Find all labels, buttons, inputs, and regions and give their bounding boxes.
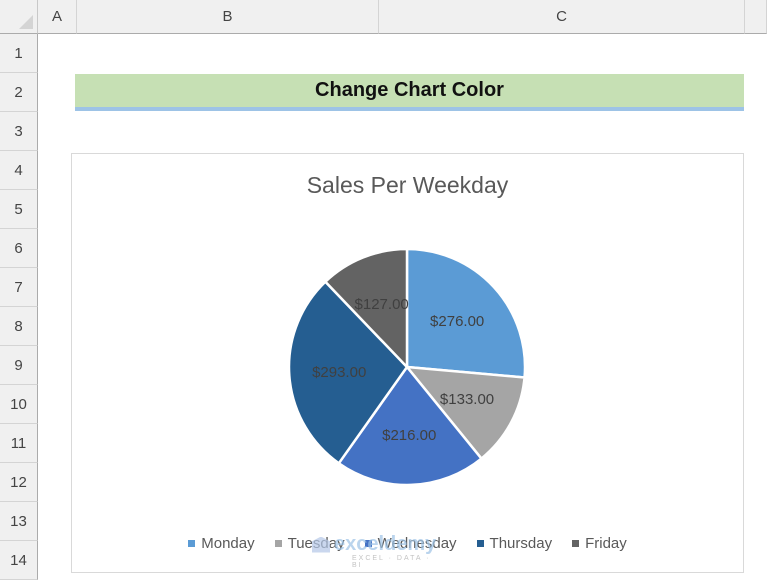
watermark-brand: exceldemy <box>334 533 437 555</box>
watermark-subtitle: EXCEL · DATA · BI <box>352 555 431 569</box>
select-all-triangle-icon <box>19 15 33 29</box>
pie-plot: $276.00 $133.00 $216.00 $293.00 $127.00 <box>287 247 527 487</box>
row-header-12[interactable]: 12 <box>0 463 38 502</box>
legend-label: Monday <box>201 535 255 552</box>
watermark-logo-icon <box>312 536 330 553</box>
row-header-5[interactable]: 5 <box>0 190 38 229</box>
legend-item-friday[interactable]: Friday <box>572 535 627 552</box>
row-header-10[interactable]: 10 <box>0 385 38 424</box>
row-header-9[interactable]: 9 <box>0 346 38 385</box>
column-header-c[interactable]: C <box>379 0 745 34</box>
row-header-3[interactable]: 3 <box>0 112 38 151</box>
watermark: exceldemy EXCEL · DATA · BI <box>312 533 437 569</box>
row-header-4[interactable]: 4 <box>0 151 38 190</box>
row-header-14[interactable]: 14 <box>0 541 38 580</box>
legend-swatch-icon <box>274 540 282 547</box>
legend-label: Friday <box>585 535 627 552</box>
row-header-1[interactable]: 1 <box>0 34 38 73</box>
row-header-8[interactable]: 8 <box>0 307 38 346</box>
column-header-b[interactable]: B <box>77 0 379 34</box>
legend-item-thursday[interactable]: Thursday <box>476 535 553 552</box>
row-header-6[interactable]: 6 <box>0 229 38 268</box>
data-label-friday: $127.00 <box>355 296 409 313</box>
row-header-13[interactable]: 13 <box>0 502 38 541</box>
legend-swatch-icon <box>572 540 580 547</box>
legend-item-monday[interactable]: Monday <box>188 535 255 552</box>
data-label-monday: $276.00 <box>430 313 484 330</box>
data-label-wednesday: $216.00 <box>382 427 436 444</box>
column-header-next[interactable] <box>745 0 767 34</box>
row-header-11[interactable]: 11 <box>0 424 38 463</box>
row-header-2[interactable]: 2 <box>0 73 38 112</box>
pie-chart[interactable]: Sales Per Weekday $276.00 $133.00 $216.00 $… <box>71 153 744 573</box>
legend-label: Thursday <box>489 535 553 552</box>
row-header-7[interactable]: 7 <box>0 268 38 307</box>
title-cell[interactable]: Change Chart Color <box>75 74 744 111</box>
column-header-a[interactable]: A <box>38 0 77 34</box>
data-label-thursday: $293.00 <box>312 364 366 381</box>
select-all-corner[interactable] <box>0 0 38 34</box>
legend-swatch-icon <box>188 540 196 547</box>
data-label-tuesday: $133.00 <box>440 391 494 408</box>
legend-swatch-icon <box>476 540 484 547</box>
